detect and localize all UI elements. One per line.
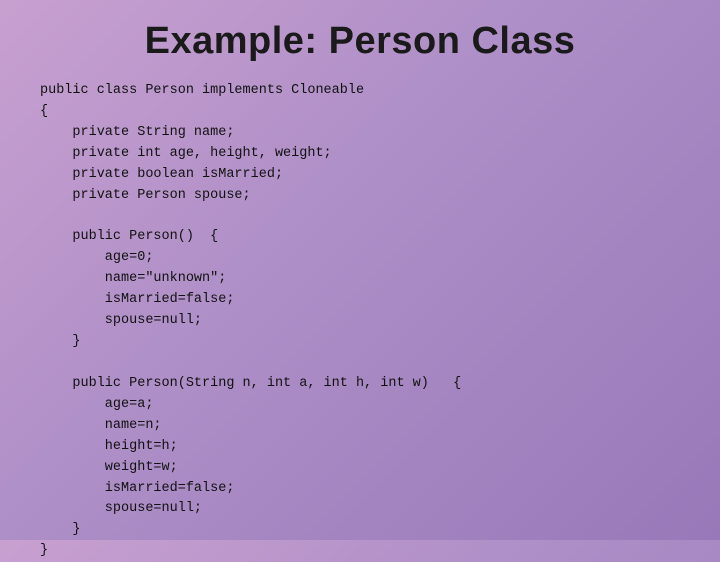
code-block: public class Person implements Cloneable… (40, 81, 680, 562)
slide-title: Example: Person Class (40, 20, 680, 63)
slide-container: Example: Person Class public class Perso… (0, 0, 720, 540)
